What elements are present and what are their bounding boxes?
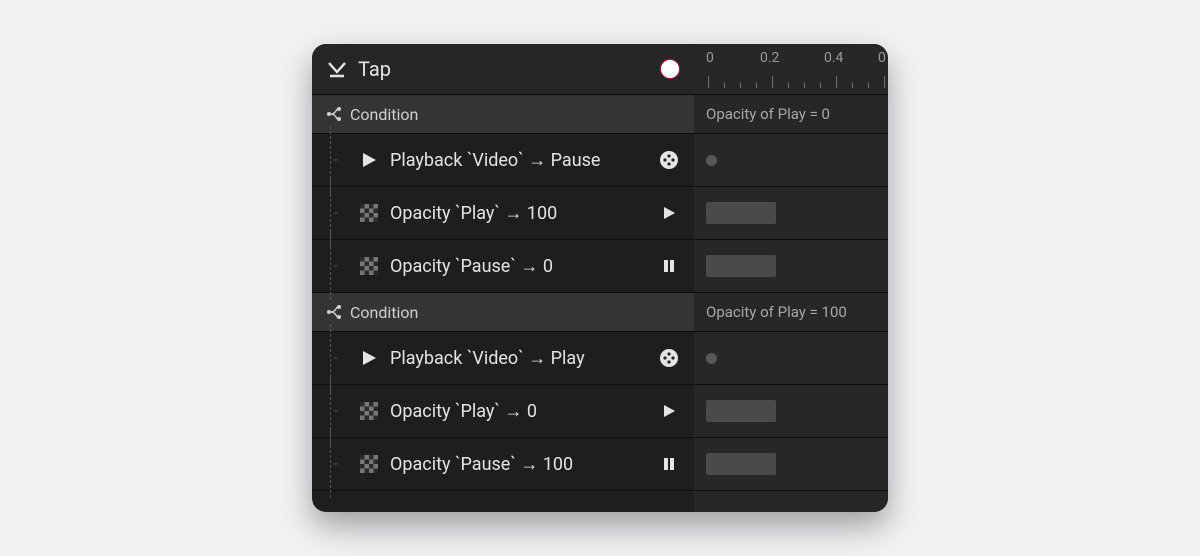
timeline-row[interactable]	[694, 385, 888, 438]
ruler-tick-label: 0.2	[760, 50, 779, 66]
tree-guide: -	[326, 350, 356, 366]
timeline-row[interactable]	[694, 438, 888, 491]
action-label: Opacity `Pause` → 100	[390, 454, 656, 475]
play-icon	[656, 403, 682, 419]
tween-bar[interactable]	[706, 453, 776, 475]
play-icon	[656, 205, 682, 221]
action-label: Opacity `Play` → 100	[390, 203, 656, 224]
timeline-row[interactable]	[694, 332, 888, 385]
play-icon	[356, 151, 382, 169]
action-row[interactable]: - Playback `Video` → Play	[312, 332, 694, 385]
branch-icon	[326, 304, 342, 320]
condition-header[interactable]: Condition	[312, 293, 694, 332]
film-icon	[656, 150, 682, 170]
timeline-row[interactable]	[694, 240, 888, 293]
condition-summary: Opacity of Play = 100	[694, 293, 888, 332]
keyframe-dot[interactable]	[706, 155, 717, 166]
action-row[interactable]: - Playback `Video` → Pause	[312, 134, 694, 187]
opacity-icon	[356, 257, 382, 275]
tap-trigger-icon	[326, 58, 348, 80]
left-column: Tap Condition - Playback `Video` → Pause	[312, 44, 694, 512]
timeline-column: 0 0.2 0.4 0 Opacity of Play = 0	[694, 44, 888, 512]
branch-icon	[326, 106, 342, 122]
tween-bar[interactable]	[706, 255, 776, 277]
pause-icon	[656, 258, 682, 274]
tree-guide: -	[326, 152, 356, 168]
film-icon	[656, 348, 682, 368]
condition-summary: Opacity of Play = 0	[694, 95, 888, 134]
tree-guide: -	[326, 403, 356, 419]
condition-header[interactable]: Condition	[312, 95, 694, 134]
action-label: Playback `Video` → Pause	[390, 150, 656, 171]
action-row[interactable]: - Opacity `Pause` → 0	[312, 240, 694, 293]
timeline-row[interactable]	[694, 187, 888, 240]
interactions-panel: Tap Condition - Playback `Video` → Pause	[312, 44, 888, 512]
trigger-title: Tap	[358, 57, 391, 81]
tween-bar[interactable]	[706, 202, 776, 224]
action-label: Opacity `Play` → 0	[390, 401, 656, 422]
keyframe-dot[interactable]	[706, 353, 717, 364]
trigger-header[interactable]: Tap	[312, 44, 694, 95]
opacity-icon	[356, 204, 382, 222]
ruler-tick-label: 0	[878, 50, 886, 66]
condition-label: Condition	[350, 303, 418, 322]
action-row[interactable]: - Opacity `Play` → 100	[312, 187, 694, 240]
record-indicator[interactable]	[660, 59, 680, 79]
action-row[interactable]: - Opacity `Pause` → 100	[312, 438, 694, 491]
condition-label: Condition	[350, 105, 418, 124]
ruler-ticks	[694, 74, 888, 88]
timeline-ruler[interactable]: 0 0.2 0.4 0	[694, 44, 888, 95]
tree-guide: -	[326, 205, 356, 221]
tree-guide: -	[326, 456, 356, 472]
tween-bar[interactable]	[706, 400, 776, 422]
action-row[interactable]: - Opacity `Play` → 0	[312, 385, 694, 438]
ruler-tick-label: 0.4	[824, 50, 843, 66]
ruler-tick-label: 0	[706, 50, 714, 66]
opacity-icon	[356, 455, 382, 473]
opacity-icon	[356, 402, 382, 420]
tree-guide: -	[326, 258, 356, 274]
action-label: Playback `Video` → Play	[390, 348, 656, 369]
timeline-row[interactable]	[694, 134, 888, 187]
play-icon	[356, 349, 382, 367]
action-label: Opacity `Pause` → 0	[390, 256, 656, 277]
pause-icon	[656, 456, 682, 472]
